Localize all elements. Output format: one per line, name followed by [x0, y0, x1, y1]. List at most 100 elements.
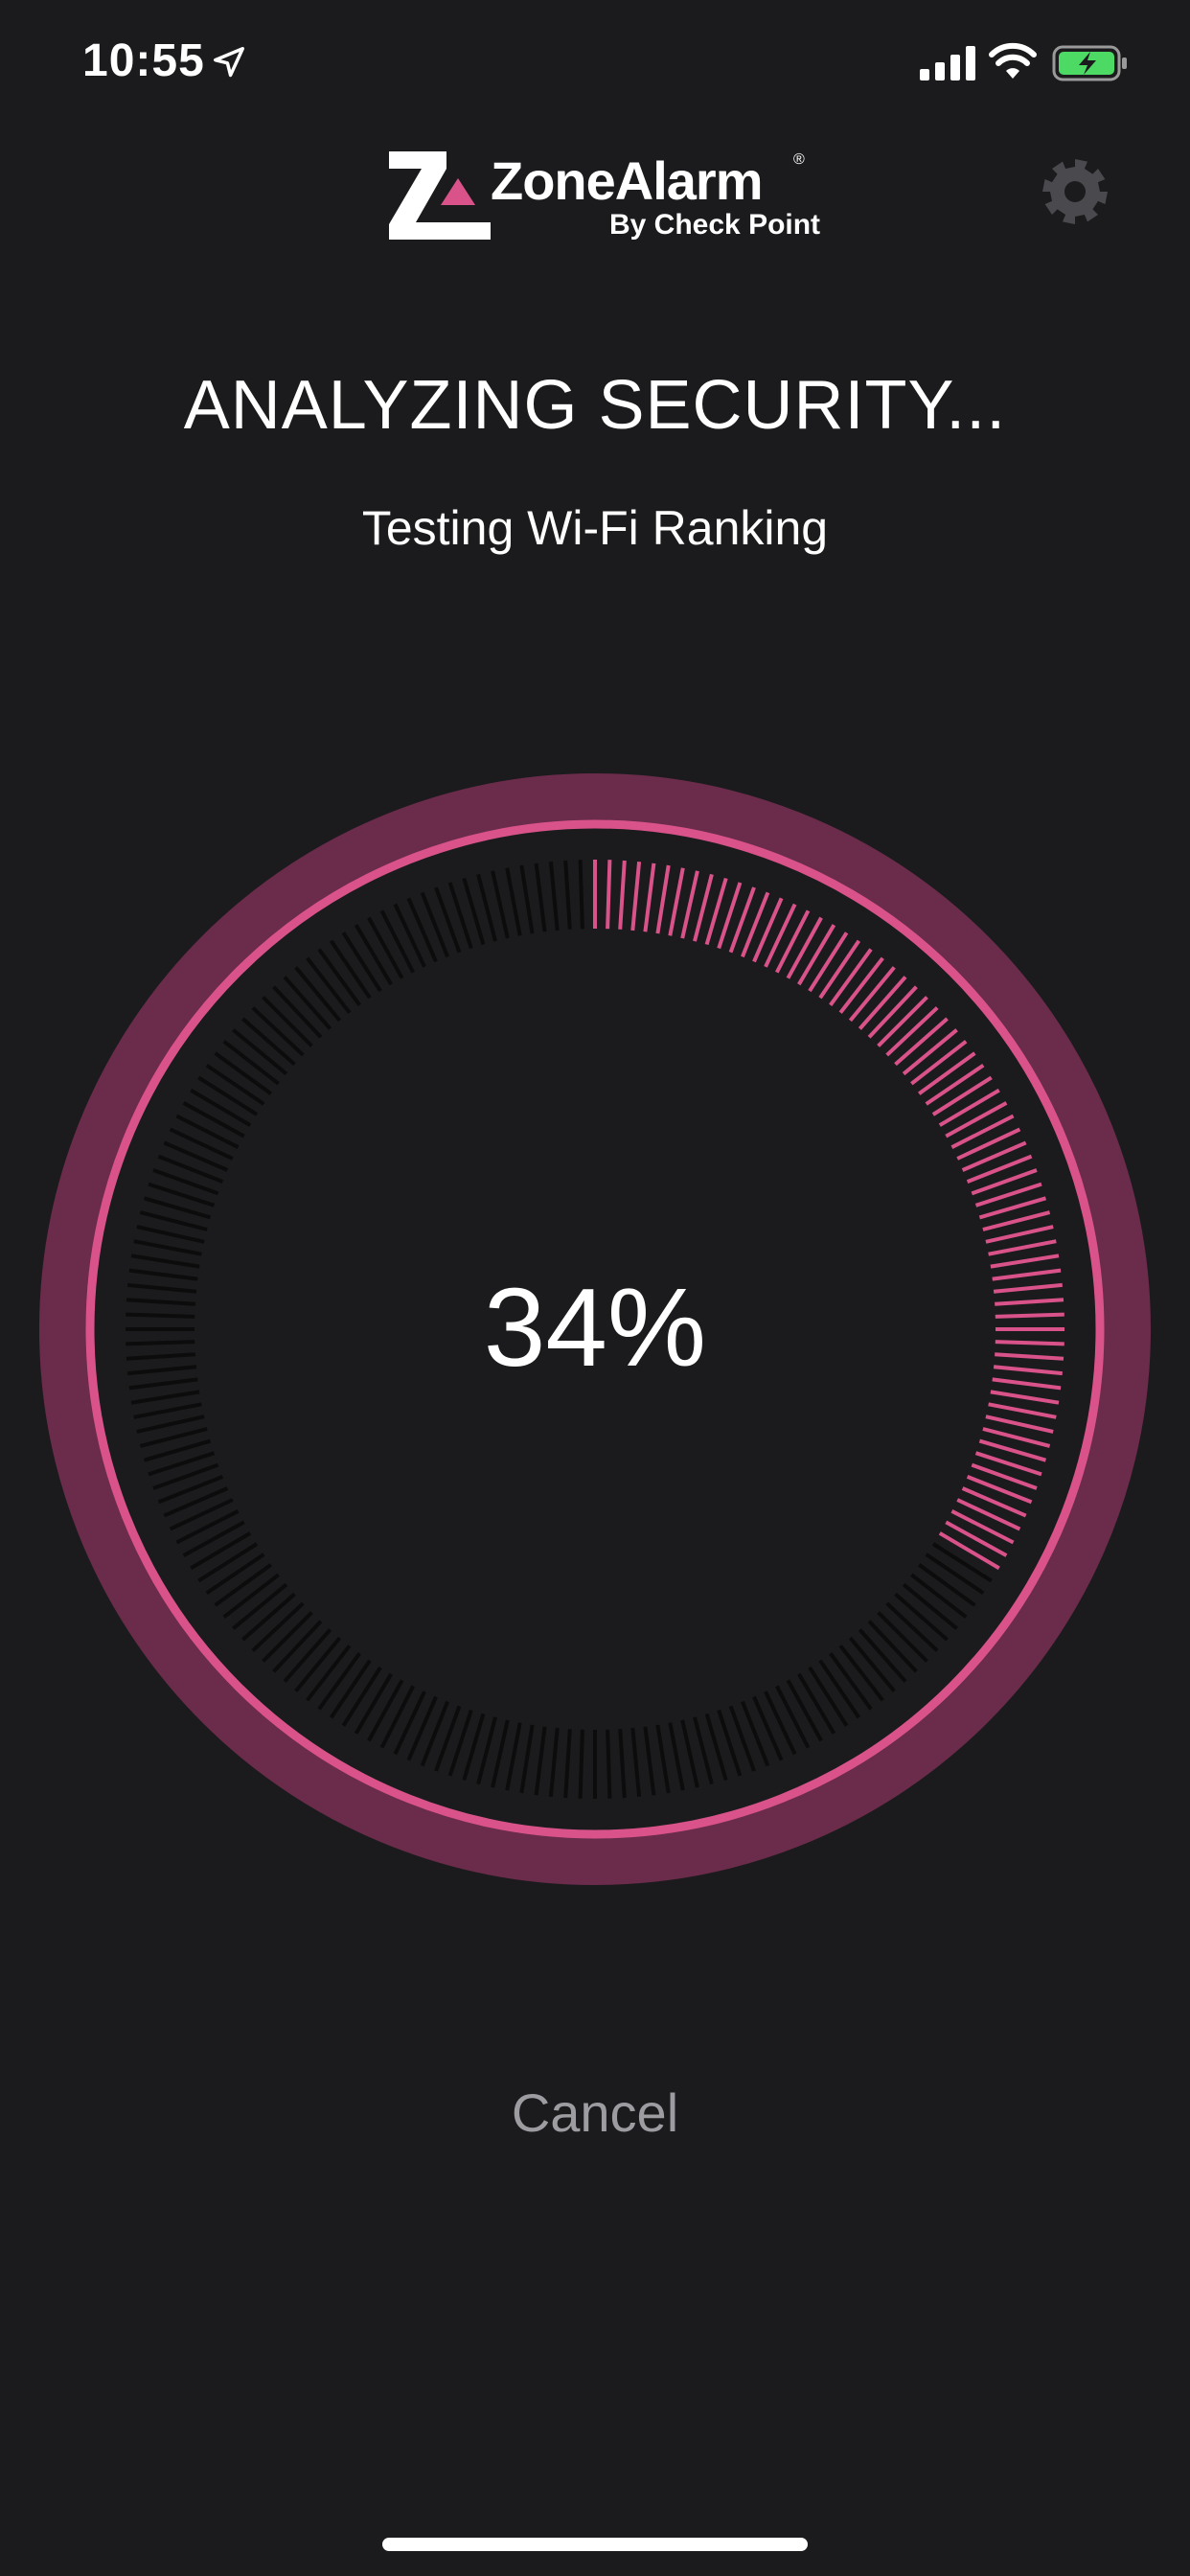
- progress-tick-empty: [169, 1498, 234, 1531]
- progress-tick-empty: [618, 1729, 627, 1799]
- progress-tick-filled: [630, 862, 642, 932]
- location-arrow-icon: [214, 47, 244, 78]
- progress-tick-empty: [406, 1695, 438, 1761]
- progress-tick-empty: [379, 909, 415, 974]
- progress-tick-filled: [950, 1114, 1015, 1149]
- progress-tick-empty: [797, 1672, 836, 1735]
- progress-tick-filled: [643, 862, 656, 932]
- progress-tick-empty: [130, 1390, 200, 1405]
- cellular-signal-icon: [920, 46, 975, 80]
- progress-tick-empty: [630, 1727, 642, 1797]
- progress-tick-empty: [190, 1531, 252, 1571]
- settings-button[interactable]: [1039, 155, 1111, 228]
- progress-tick-empty: [182, 1520, 245, 1557]
- progress-tick-empty: [491, 870, 510, 939]
- logo-tagline: By Check Point: [609, 209, 821, 241]
- progress-tick-empty: [367, 1679, 404, 1742]
- progress-tick-empty: [133, 1239, 202, 1256]
- progress-tick-filled: [797, 924, 836, 986]
- progress-tick-empty: [505, 867, 522, 936]
- progress-tick-filled: [931, 1075, 993, 1116]
- progress-tick-filled: [990, 1390, 1060, 1405]
- progress-tick-empty: [786, 1679, 823, 1742]
- progress-tick-empty: [393, 1690, 426, 1756]
- progress-tick-filled: [775, 909, 811, 974]
- progress-tick-filled: [956, 1498, 1021, 1531]
- progress-tick-empty: [182, 1101, 245, 1138]
- progress-tick-empty: [548, 1727, 560, 1797]
- progress-tick-filled: [764, 903, 797, 968]
- progress-tick-empty: [190, 1088, 252, 1127]
- progress-tick-empty: [775, 1685, 811, 1749]
- progress-tick-filled: [938, 1088, 1000, 1127]
- progress-tick-empty: [136, 1225, 205, 1244]
- progress-tick-filled: [961, 1486, 1027, 1518]
- progress-tick-empty: [519, 864, 535, 934]
- progress-tick-filled: [945, 1101, 1008, 1138]
- progress-tick-empty: [534, 862, 547, 932]
- progress-tick-filled: [988, 1402, 1057, 1419]
- progress-tick-filled: [956, 1127, 1021, 1161]
- progress-tick-filled: [966, 1154, 1033, 1184]
- progress-tick-empty: [341, 932, 382, 993]
- progress-tick-empty: [563, 860, 572, 930]
- progress-tick-filled: [668, 867, 685, 936]
- progress-tick-filled: [985, 1225, 1054, 1244]
- progress-tick-empty: [157, 1154, 224, 1184]
- zonealarm-logo: ZoneAlarm ® By Check Point: [387, 148, 820, 243]
- progress-tick-empty: [563, 1729, 572, 1799]
- progress-tick-filled: [655, 864, 671, 934]
- progress-tick-empty: [197, 1075, 259, 1116]
- progress-tick-empty: [578, 1729, 584, 1799]
- progress-tick-empty: [354, 924, 393, 986]
- progress-tick-empty: [643, 1726, 656, 1796]
- progress-tick-empty: [519, 1724, 535, 1794]
- progress-tick-filled: [808, 932, 849, 993]
- progress-tick-empty: [534, 1726, 547, 1796]
- progress-tick-empty: [764, 1690, 797, 1756]
- progress-tick-filled: [618, 860, 627, 930]
- progress-tick-filled: [966, 1475, 1033, 1505]
- progress-tick-empty: [548, 862, 560, 932]
- progress-tick-filled: [985, 1414, 1054, 1434]
- page-title: ANALYZING SECURITY...: [183, 367, 1007, 444]
- progress-tick-empty: [668, 1722, 685, 1791]
- progress-tick-empty: [133, 1402, 202, 1419]
- progress-tick-empty: [752, 1695, 784, 1761]
- progress-tick-empty: [420, 1700, 449, 1767]
- progress-tick-filled: [606, 860, 612, 930]
- progress-tick-empty: [157, 1475, 224, 1505]
- progress-tick-empty: [505, 1722, 522, 1791]
- status-bar: 10:55: [0, 0, 1190, 134]
- progress-tick-empty: [741, 1700, 770, 1767]
- progress-tick-empty: [341, 1666, 382, 1727]
- wifi-icon: [989, 42, 1037, 79]
- progress-tick-empty: [163, 1486, 229, 1518]
- progress-tick-empty: [578, 860, 584, 930]
- progress-tick-filled: [752, 897, 784, 963]
- progress-tick-empty: [169, 1127, 234, 1161]
- progress-tick-empty: [808, 1666, 849, 1727]
- progress-tick-empty: [406, 897, 438, 963]
- progress-tick-empty: [379, 1685, 415, 1749]
- logo-wordmark: ZoneAlarm: [491, 150, 763, 211]
- progress-tick-empty: [655, 1724, 671, 1794]
- progress-tick-filled: [938, 1531, 1000, 1571]
- zonealarm-z-icon: [389, 151, 491, 240]
- progress-tick-filled: [680, 870, 699, 939]
- progress-tick-filled: [961, 1140, 1027, 1172]
- status-time: 10:55: [82, 35, 205, 86]
- progress-tick-empty: [175, 1114, 240, 1149]
- progress-tick-empty: [491, 1719, 510, 1788]
- progress-tick-filled: [988, 1239, 1057, 1256]
- progress-percentage: 34%: [483, 1265, 707, 1390]
- cancel-button[interactable]: Cancel: [451, 2070, 739, 2156]
- progress-tick-empty: [163, 1140, 229, 1172]
- progress-tick-empty: [606, 1729, 612, 1799]
- progress-tick-empty: [393, 903, 426, 968]
- progress-tick-empty: [197, 1542, 259, 1583]
- progress-tick-empty: [420, 891, 449, 958]
- gear-icon: [1042, 159, 1108, 224]
- progress-tick-empty: [680, 1719, 699, 1788]
- logo-registered-mark: ®: [793, 151, 805, 168]
